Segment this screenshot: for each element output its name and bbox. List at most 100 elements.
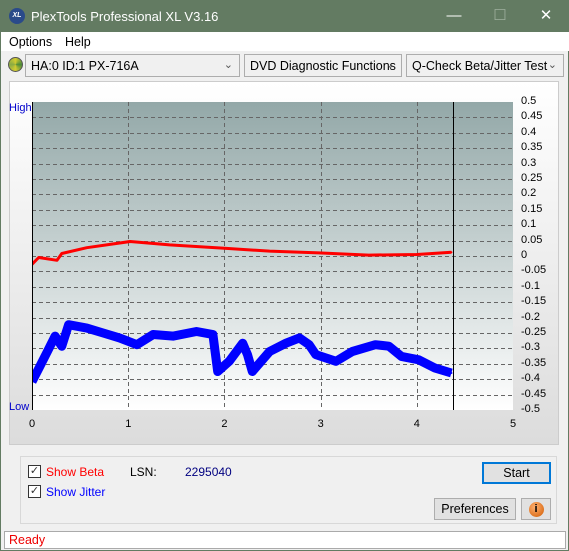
menu-options[interactable]: Options (9, 35, 52, 49)
preferences-button[interactable]: Preferences (434, 498, 516, 520)
jitter-point (195, 330, 198, 333)
beta-point (367, 254, 370, 257)
jitter-point (246, 353, 249, 356)
y-tick-label: 0.1 (521, 218, 537, 231)
jitter-point (268, 350, 271, 353)
y-tick-label: 0.3 (521, 156, 537, 169)
status-bar: Ready (4, 531, 566, 549)
drive-disc-icon (8, 57, 23, 72)
y-tick-label: -0.1 (521, 279, 540, 292)
y-tick-label: -0.5 (521, 403, 540, 415)
y-tick-label: -0.35 (521, 356, 547, 369)
chevron-down-icon: ⌄ (223, 59, 233, 71)
jitter-point (450, 372, 453, 375)
jitter-point (172, 335, 175, 338)
menu-bar: Options Help (1, 32, 569, 51)
maximize-button[interactable]: ☐ (485, 5, 515, 27)
close-button[interactable]: ✕ (531, 5, 561, 27)
beta-point (129, 240, 132, 243)
jitter-point (216, 370, 219, 373)
jitter-point (152, 333, 155, 336)
y-tick-label: -0.3 (521, 341, 540, 354)
jitter-point (39, 363, 42, 366)
beta-jitter-chart (32, 102, 513, 410)
jitter-point (400, 355, 403, 358)
beta-point (60, 252, 63, 255)
y-tick-label: 0.25 (521, 172, 543, 184)
jitter-point (284, 342, 287, 345)
beta-point (450, 251, 453, 254)
beta-point (168, 243, 171, 246)
beta-point (85, 246, 88, 249)
jitter-point (228, 360, 231, 363)
x-tick-label: 0 (29, 418, 36, 430)
beta-point (415, 253, 418, 256)
jitter-point (102, 332, 105, 334)
jitter-point (308, 343, 311, 346)
category-select-value: DVD Diagnostic Functions (250, 59, 396, 73)
high-label: High (9, 102, 32, 114)
jitter-point (118, 336, 121, 339)
jitter-point (434, 367, 437, 370)
jitter-point (60, 345, 63, 348)
y-tick-label: -0.05 (521, 264, 547, 277)
show-beta-label[interactable]: Show Beta (46, 465, 104, 479)
test-select[interactable]: Q-Check Beta/Jitter Test ⌄ (406, 54, 564, 77)
show-jitter-checkbox[interactable]: ✓ (28, 485, 41, 498)
beta-point (37, 256, 40, 259)
controls-panel: ✓ Show Beta ✓ Show Jitter LSN: 2295040 S… (20, 456, 557, 524)
test-select-value: Q-Check Beta/Jitter Test (412, 59, 548, 73)
y-tick-label: 0.5 (521, 95, 537, 107)
show-jitter-label[interactable]: Show Jitter (46, 485, 105, 499)
app-logo-icon: XL (9, 8, 25, 24)
menu-help[interactable]: Help (65, 35, 91, 49)
jitter-point (241, 342, 244, 345)
drive-select[interactable]: HA:0 ID:1 PX-716A ⌄ (25, 54, 240, 77)
info-button[interactable]: i (521, 498, 551, 520)
y-tick-label: 0.4 (521, 125, 537, 138)
category-select[interactable]: DVD Diagnostic Functions ⌄ (244, 54, 402, 77)
y-tick-label: -0.15 (521, 295, 547, 308)
window-title: PlexTools Professional XL V3.16 (31, 9, 219, 24)
x-tick-label: 1 (125, 418, 132, 430)
jitter-point (135, 343, 138, 346)
y-tick-label: -0.25 (521, 326, 547, 338)
jitter-point (251, 370, 254, 373)
jitter-point (417, 358, 420, 361)
x-tick-label: 4 (413, 418, 420, 430)
jitter-point (374, 343, 377, 346)
y-tick-label: 0 (521, 249, 528, 261)
jitter-point (46, 350, 49, 353)
beta-point (56, 259, 59, 262)
minimize-button[interactable]: — (439, 5, 469, 27)
title-bar: XL PlexTools Professional XL V3.16 — ☐ ✕ (1, 1, 569, 32)
jitter-point (351, 350, 354, 353)
jitter-point (334, 360, 337, 363)
beta-point (268, 250, 271, 253)
y-tick-label: 0.05 (521, 233, 543, 246)
chevron-down-icon: ⌄ (385, 59, 395, 71)
start-button[interactable]: Start (482, 462, 551, 484)
show-beta-checkbox[interactable]: ✓ (28, 465, 41, 478)
low-label: Low (9, 401, 30, 413)
lsn-label: LSN: (130, 465, 157, 479)
jitter-point (67, 323, 70, 326)
y-tick-label: 0.35 (521, 141, 543, 154)
beta-point (223, 247, 226, 250)
y-tick-label: 0.45 (521, 110, 543, 123)
x-tick-label: 5 (510, 418, 517, 430)
y-tick-label: 0.2 (521, 187, 537, 200)
x-tick-label: 2 (221, 418, 228, 430)
beta-point (317, 251, 320, 254)
x-tick-label: 3 (317, 418, 324, 430)
y-tick-label: -0.2 (521, 310, 540, 323)
jitter-point (314, 353, 317, 356)
jitter-point (298, 336, 301, 339)
jitter-point (85, 327, 88, 330)
jitter-point (211, 333, 214, 336)
y-tick-label: -0.45 (521, 387, 547, 400)
jitter-point (54, 335, 57, 338)
chevron-down-icon: ⌄ (547, 59, 557, 71)
y-tick-label: -0.4 (521, 372, 540, 385)
y-tick-label: 0.15 (521, 202, 543, 215)
